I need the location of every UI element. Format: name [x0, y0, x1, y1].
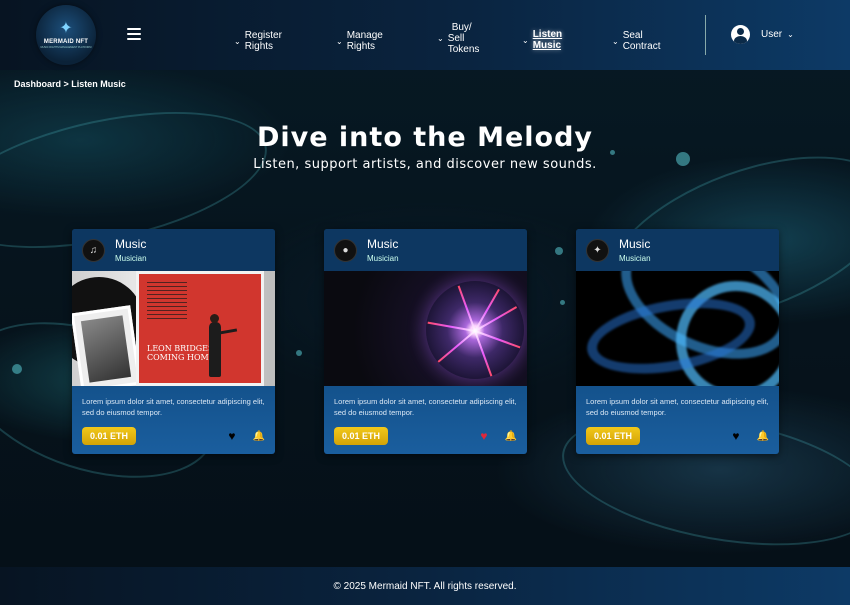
- nav-label: Register Rights: [244, 30, 282, 52]
- artist-avatar: ✦: [586, 238, 609, 262]
- mermaid-logo-icon: ✦: [59, 20, 73, 37]
- artist-avatar: ♫: [82, 238, 105, 262]
- page-title: Dive into the Melody: [256, 122, 594, 153]
- card-description: Lorem ipsum dolor sit amet, consectetur …: [82, 397, 265, 417]
- card-header: ● Music Musician: [324, 229, 527, 271]
- background-bubble: [296, 350, 302, 356]
- copyright-text: © 2025 Mermaid NFT. All rights reserved.: [333, 580, 517, 592]
- card-artist: Musician: [115, 253, 147, 263]
- bell-icon[interactable]: 🔔: [757, 431, 769, 442]
- music-card[interactable]: ♫ Music Musician LEON BRIDGES COMING HOM…: [72, 229, 275, 454]
- nav-seal-contract[interactable]: ⌄ Seal Contract: [612, 30, 661, 52]
- logo-text: MERMAID NFT: [43, 39, 89, 45]
- card-title: Music: [115, 236, 147, 251]
- music-card[interactable]: ✦ Music Musician Lorem ipsum dolor sit a…: [576, 229, 779, 454]
- bell-icon[interactable]: 🔔: [505, 431, 517, 442]
- nav-buy-sell-tokens[interactable]: ⌄ Buy/ Sell Tokens: [437, 22, 479, 55]
- user-avatar-icon: [731, 25, 750, 44]
- price-button[interactable]: 0.01 ETH: [586, 427, 641, 445]
- heart-icon[interactable]: ♥: [480, 429, 487, 443]
- nav-label: Buy/ Sell Tokens: [447, 22, 480, 55]
- card-artist: Musician: [367, 253, 399, 263]
- bell-icon[interactable]: 🔔: [253, 431, 265, 442]
- artist-avatar: ●: [334, 238, 357, 262]
- nav-label: Manage Rights: [346, 30, 383, 52]
- heart-icon[interactable]: ♥: [228, 429, 235, 443]
- nav-label: Listen Music: [532, 29, 563, 51]
- background-bubble: [555, 247, 563, 255]
- breadcrumb: Dashboard > Listen Music: [14, 79, 126, 89]
- logo[interactable]: ✦ MERMAID NFT MUSIC RIGHTS MANAGEMENT PL…: [36, 5, 96, 65]
- card-header: ✦ Music Musician: [576, 229, 779, 271]
- card-header: ♫ Music Musician: [72, 229, 275, 271]
- chevron-down-icon: ⌄: [612, 36, 619, 46]
- album-title-text: COMING HOME: [147, 353, 215, 362]
- top-navbar: ✦ MERMAID NFT MUSIC RIGHTS MANAGEMENT PL…: [0, 0, 850, 70]
- logo-subtext: MUSIC RIGHTS MANAGEMENT PLATFORM: [40, 46, 92, 49]
- chevron-down-icon: ⌄: [522, 35, 529, 45]
- hamburger-menu-icon[interactable]: [127, 28, 141, 40]
- nav-manage-rights[interactable]: ⌄ Manage Rights: [336, 30, 383, 52]
- album-cover-image[interactable]: LEON BRIDGES COMING HOME: [72, 271, 275, 386]
- blue-wave-image[interactable]: [576, 271, 779, 386]
- chevron-down-icon: ⌄: [336, 36, 343, 46]
- card-title: Music: [619, 236, 651, 251]
- nav-label: Seal Contract: [622, 30, 661, 52]
- plasma-ball-image[interactable]: [324, 271, 527, 386]
- album-artist-text: LEON BRIDGES: [147, 344, 214, 353]
- background-bubble: [12, 364, 22, 374]
- page-subtitle: Listen, support artists, and discover ne…: [253, 157, 597, 172]
- card-footer: 0.01 ETH ♥ 🔔: [576, 427, 779, 445]
- music-card[interactable]: ● Music Musician Lorem ipsum dolor sit a…: [324, 229, 527, 454]
- nav-listen-music[interactable]: ⌄ Listen Music: [522, 29, 562, 51]
- card-artist: Musician: [619, 253, 651, 263]
- card-footer: 0.01 ETH ♥ 🔔: [72, 427, 275, 445]
- price-button[interactable]: 0.01 ETH: [334, 427, 389, 445]
- user-menu[interactable]: User ⌄: [731, 25, 794, 44]
- card-footer: 0.01 ETH ♥ 🔔: [324, 427, 527, 445]
- user-label: User: [761, 29, 783, 40]
- nav-divider: [705, 15, 706, 55]
- chevron-down-icon: ⌄: [234, 36, 241, 46]
- heart-icon[interactable]: ♥: [732, 429, 739, 443]
- chevron-down-icon: ⌄: [437, 34, 444, 43]
- card-description: Lorem ipsum dolor sit amet, consectetur …: [586, 397, 769, 417]
- background-bubble: [560, 300, 565, 305]
- price-button[interactable]: 0.01 ETH: [82, 427, 137, 445]
- chevron-down-icon: ⌄: [787, 30, 794, 39]
- card-title: Music: [367, 236, 399, 251]
- card-description: Lorem ipsum dolor sit amet, consectetur …: [334, 397, 517, 417]
- footer: © 2025 Mermaid NFT. All rights reserved.: [0, 567, 850, 605]
- nav-register-rights[interactable]: ⌄ Register Rights: [234, 30, 282, 52]
